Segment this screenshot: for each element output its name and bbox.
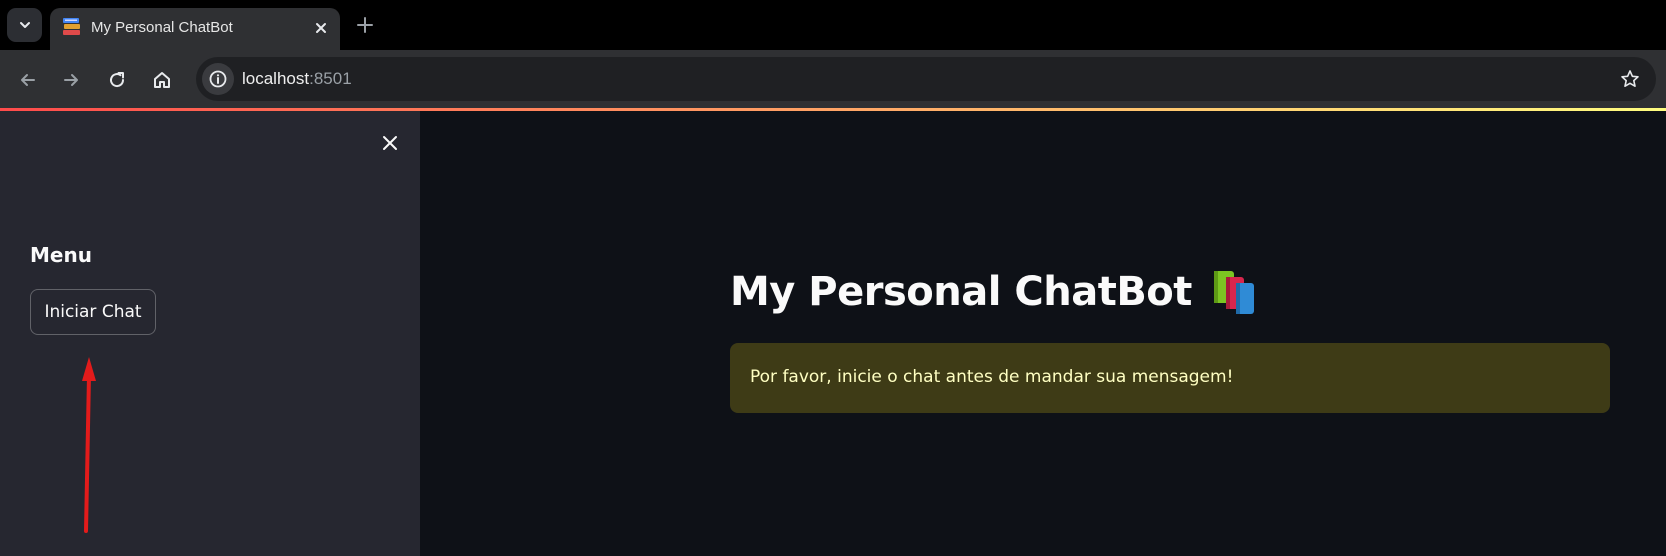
home-icon [154, 72, 170, 88]
tab-search-button[interactable] [7, 8, 42, 42]
plus-icon [357, 17, 373, 33]
browser-tab-bar: My Personal ChatBot [0, 0, 1666, 50]
sidebar-close-button[interactable] [377, 130, 403, 156]
home-button[interactable] [147, 65, 177, 95]
sidebar: Menu Iniciar Chat [0, 111, 420, 556]
reload-icon [110, 72, 125, 88]
page-title: My Personal ChatBot [730, 269, 1258, 315]
tab-close-button[interactable] [311, 18, 331, 38]
back-button[interactable] [13, 65, 43, 95]
tab-title: My Personal ChatBot [91, 19, 233, 36]
main-content: My Personal ChatBot Por favor, inicie o … [420, 111, 1666, 556]
bookmark-button[interactable] [1617, 66, 1643, 92]
books-emoji-icon [1213, 271, 1254, 314]
forward-button[interactable] [56, 65, 86, 95]
arrow-right-icon [64, 74, 78, 86]
site-info-button[interactable] [202, 63, 234, 95]
close-icon [383, 136, 397, 150]
chevron-down-icon [19, 22, 30, 28]
address-bar[interactable]: localhost:8501 [196, 57, 1656, 101]
start-chat-button[interactable]: Iniciar Chat [30, 289, 156, 335]
new-tab-button[interactable] [353, 13, 377, 37]
url-host: localhost [242, 69, 310, 88]
arrow-left-icon [21, 74, 35, 86]
books-icon [63, 18, 80, 35]
warning-alert-text: Por favor, inicie o chat antes de mandar… [750, 367, 1234, 387]
url-port: :8501 [309, 69, 352, 88]
browser-toolbar: localhost:8501 [0, 50, 1666, 108]
star-icon [1621, 70, 1639, 87]
url-text: localhost:8501 [242, 69, 352, 89]
sidebar-heading: Menu [30, 243, 92, 267]
red-arrow-annotation [82, 357, 96, 533]
browser-tab[interactable]: My Personal ChatBot [50, 8, 340, 50]
page-title-text: My Personal ChatBot [730, 269, 1192, 315]
reload-button[interactable] [102, 65, 132, 95]
close-icon [316, 23, 326, 33]
warning-alert: Por favor, inicie o chat antes de mandar… [730, 343, 1610, 413]
info-icon [209, 70, 227, 88]
